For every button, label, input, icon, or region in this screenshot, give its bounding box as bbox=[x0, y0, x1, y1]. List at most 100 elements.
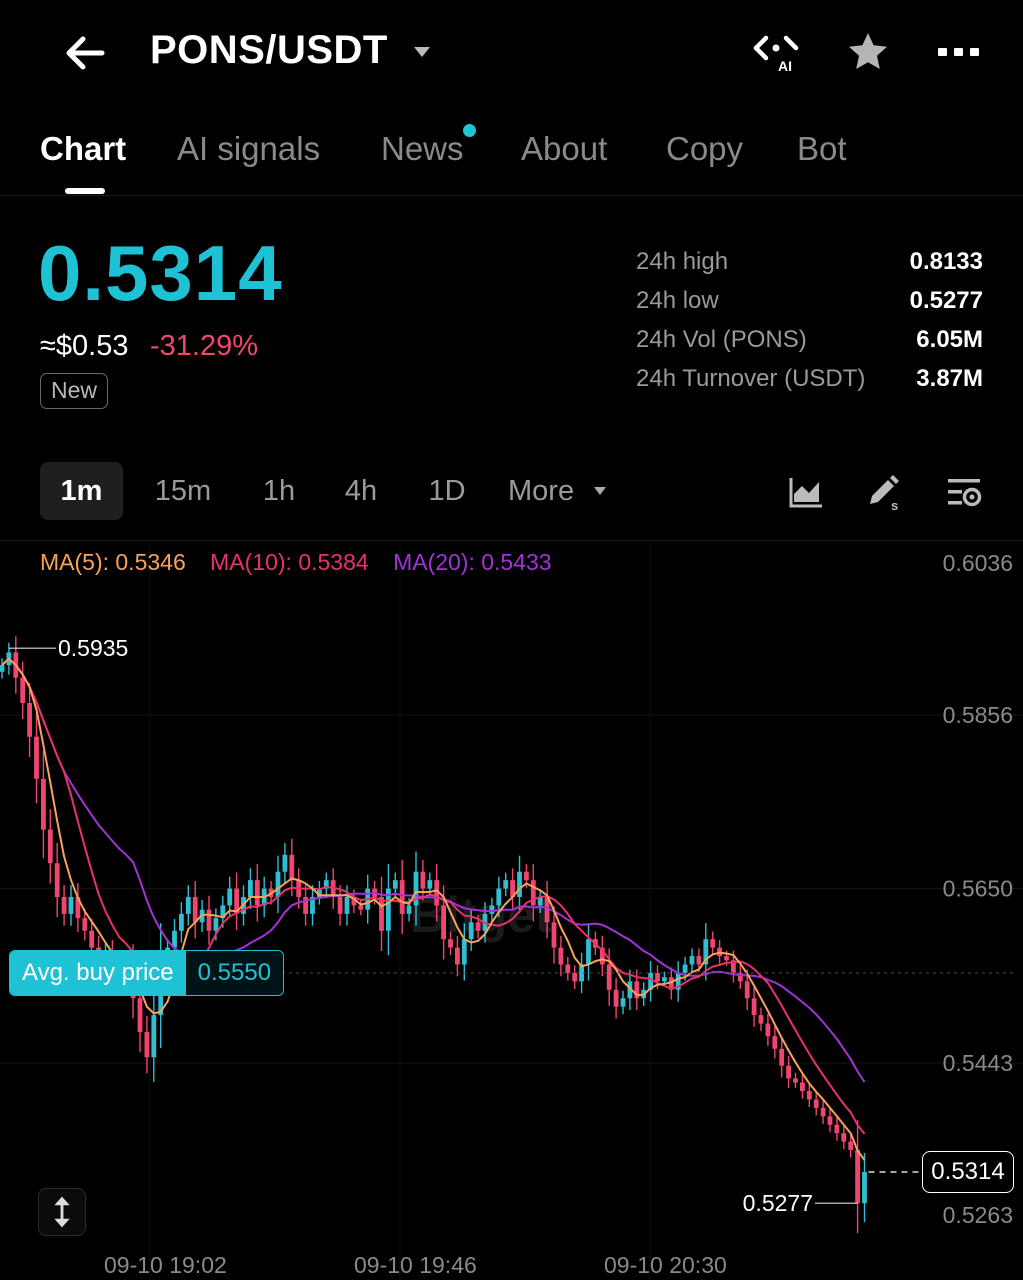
x-axis-label-1: 09-10 19:02 bbox=[104, 1252, 227, 1278]
candle bbox=[724, 956, 729, 961]
timeframe-1d[interactable]: 1D bbox=[421, 462, 473, 520]
candle bbox=[448, 939, 453, 948]
candle bbox=[689, 956, 695, 965]
candle bbox=[820, 1107, 826, 1117]
candle bbox=[0, 665, 5, 672]
y-axis-tick-label: 0.5263 bbox=[943, 1202, 1013, 1228]
candle bbox=[441, 905, 446, 940]
app-screen: PONS/USDT AI Chart AI signals News About… bbox=[0, 0, 1023, 1280]
tab-bot[interactable]: Bot bbox=[797, 130, 847, 168]
candle bbox=[144, 1031, 150, 1058]
candle bbox=[461, 939, 467, 965]
back-arrow-icon[interactable] bbox=[62, 30, 108, 76]
ma10-legend: MA(10): 0.5384 bbox=[210, 549, 369, 575]
vertical-expand-icon[interactable] bbox=[38, 1188, 86, 1236]
candle bbox=[772, 1036, 778, 1049]
candle bbox=[800, 1082, 805, 1092]
candle bbox=[696, 956, 702, 965]
timeframe-1m[interactable]: 1m bbox=[40, 462, 123, 520]
y-axis-tick-label: 0.6036 bbox=[943, 550, 1013, 576]
chart-type-icon[interactable] bbox=[786, 472, 826, 512]
timeframe-15m[interactable]: 15m bbox=[146, 462, 220, 520]
avg-buy-price-tag[interactable]: Avg. buy price 0.5550 bbox=[9, 949, 285, 996]
pair-title[interactable]: PONS/USDT bbox=[150, 28, 388, 73]
tab-news[interactable]: News bbox=[381, 130, 464, 168]
timeframe-1h[interactable]: 1h bbox=[254, 462, 304, 520]
candle bbox=[399, 880, 405, 914]
candle bbox=[551, 922, 557, 948]
draw-tools-icon[interactable]: s bbox=[864, 472, 904, 512]
chevron-down-icon[interactable] bbox=[412, 44, 432, 60]
candle bbox=[289, 854, 295, 881]
new-badge: New bbox=[40, 373, 109, 409]
candle bbox=[848, 1141, 854, 1151]
stat-24h-high-value: 0.8133 bbox=[909, 248, 983, 275]
candlestick-chart[interactable]: Bitget 0.60360.58560.56500.54430.5263 0.… bbox=[0, 540, 1023, 1280]
candle bbox=[20, 677, 26, 704]
candle bbox=[137, 998, 143, 1032]
ai-assistant-icon[interactable]: AI bbox=[752, 34, 808, 72]
candle bbox=[406, 905, 412, 914]
ai-badge-label: AI bbox=[778, 58, 792, 72]
timeframe-more[interactable]: More bbox=[508, 462, 592, 520]
high-marker-label: 0.5935 bbox=[58, 635, 128, 661]
top-bar: PONS/USDT AI bbox=[0, 0, 1023, 104]
candle bbox=[227, 888, 233, 906]
stat-24h-low-label: 24h low bbox=[636, 287, 719, 314]
tab-copy[interactable]: Copy bbox=[666, 130, 743, 168]
candle bbox=[572, 972, 578, 982]
candle bbox=[468, 922, 474, 940]
stat-24h-turnover-label: 24h Turnover (USDT) bbox=[636, 365, 866, 392]
candle bbox=[565, 964, 571, 973]
candle bbox=[620, 998, 626, 1007]
candle bbox=[841, 1133, 847, 1142]
candle bbox=[392, 880, 398, 889]
avg-buy-price-label: Avg. buy price bbox=[10, 950, 186, 995]
candle bbox=[427, 880, 433, 889]
candle bbox=[151, 1015, 157, 1058]
candle bbox=[206, 909, 212, 931]
y-axis-labels: 0.6036 0.5856 0.5650 0.5443 0.5263 bbox=[943, 550, 1013, 1228]
candle bbox=[758, 1015, 764, 1024]
candle bbox=[834, 1124, 840, 1134]
tab-ai-signals[interactable]: AI signals bbox=[177, 130, 320, 168]
candle bbox=[47, 829, 53, 864]
candle bbox=[606, 964, 612, 990]
candle bbox=[503, 880, 509, 889]
ma20-legend: MA(20): 0.5433 bbox=[393, 549, 552, 575]
candle bbox=[89, 930, 95, 948]
last-price-tag[interactable]: 0.5314 bbox=[922, 1150, 1014, 1193]
candle bbox=[524, 871, 529, 881]
low-marker-label: 0.5277 bbox=[743, 1190, 813, 1216]
candle bbox=[862, 1171, 867, 1204]
indicator-settings-icon[interactable] bbox=[944, 472, 984, 512]
candle bbox=[530, 880, 536, 906]
candle bbox=[765, 1023, 771, 1037]
x-axis-label-3: 09-10 20:30 bbox=[604, 1252, 727, 1278]
candle bbox=[779, 1048, 785, 1066]
candle bbox=[517, 871, 522, 898]
candle bbox=[185, 897, 191, 914]
ma20-line bbox=[1, 657, 866, 1083]
timeframe-4h[interactable]: 4h bbox=[336, 462, 386, 520]
candle bbox=[54, 863, 60, 898]
more-options-icon[interactable] bbox=[936, 40, 982, 64]
price-change-percent: -31.29% bbox=[150, 330, 259, 362]
y-axis-tick-label: 0.5856 bbox=[943, 702, 1013, 728]
candle bbox=[82, 918, 88, 931]
y-axis-tick-label: 0.5650 bbox=[943, 876, 1013, 902]
tab-bar: Chart AI signals News About Copy Bot bbox=[0, 104, 1023, 196]
candle bbox=[613, 989, 619, 1007]
favorite-star-icon[interactable] bbox=[846, 30, 890, 74]
candle bbox=[34, 736, 39, 779]
candle bbox=[420, 871, 426, 889]
ma10-line bbox=[1, 657, 866, 1135]
candle bbox=[41, 778, 46, 830]
candle bbox=[806, 1091, 812, 1100]
candle bbox=[455, 947, 460, 965]
tab-chart[interactable]: Chart bbox=[40, 130, 126, 168]
tab-about[interactable]: About bbox=[521, 130, 607, 168]
candle bbox=[682, 964, 688, 973]
candle bbox=[586, 939, 591, 965]
chevron-down-icon[interactable] bbox=[593, 486, 607, 496]
